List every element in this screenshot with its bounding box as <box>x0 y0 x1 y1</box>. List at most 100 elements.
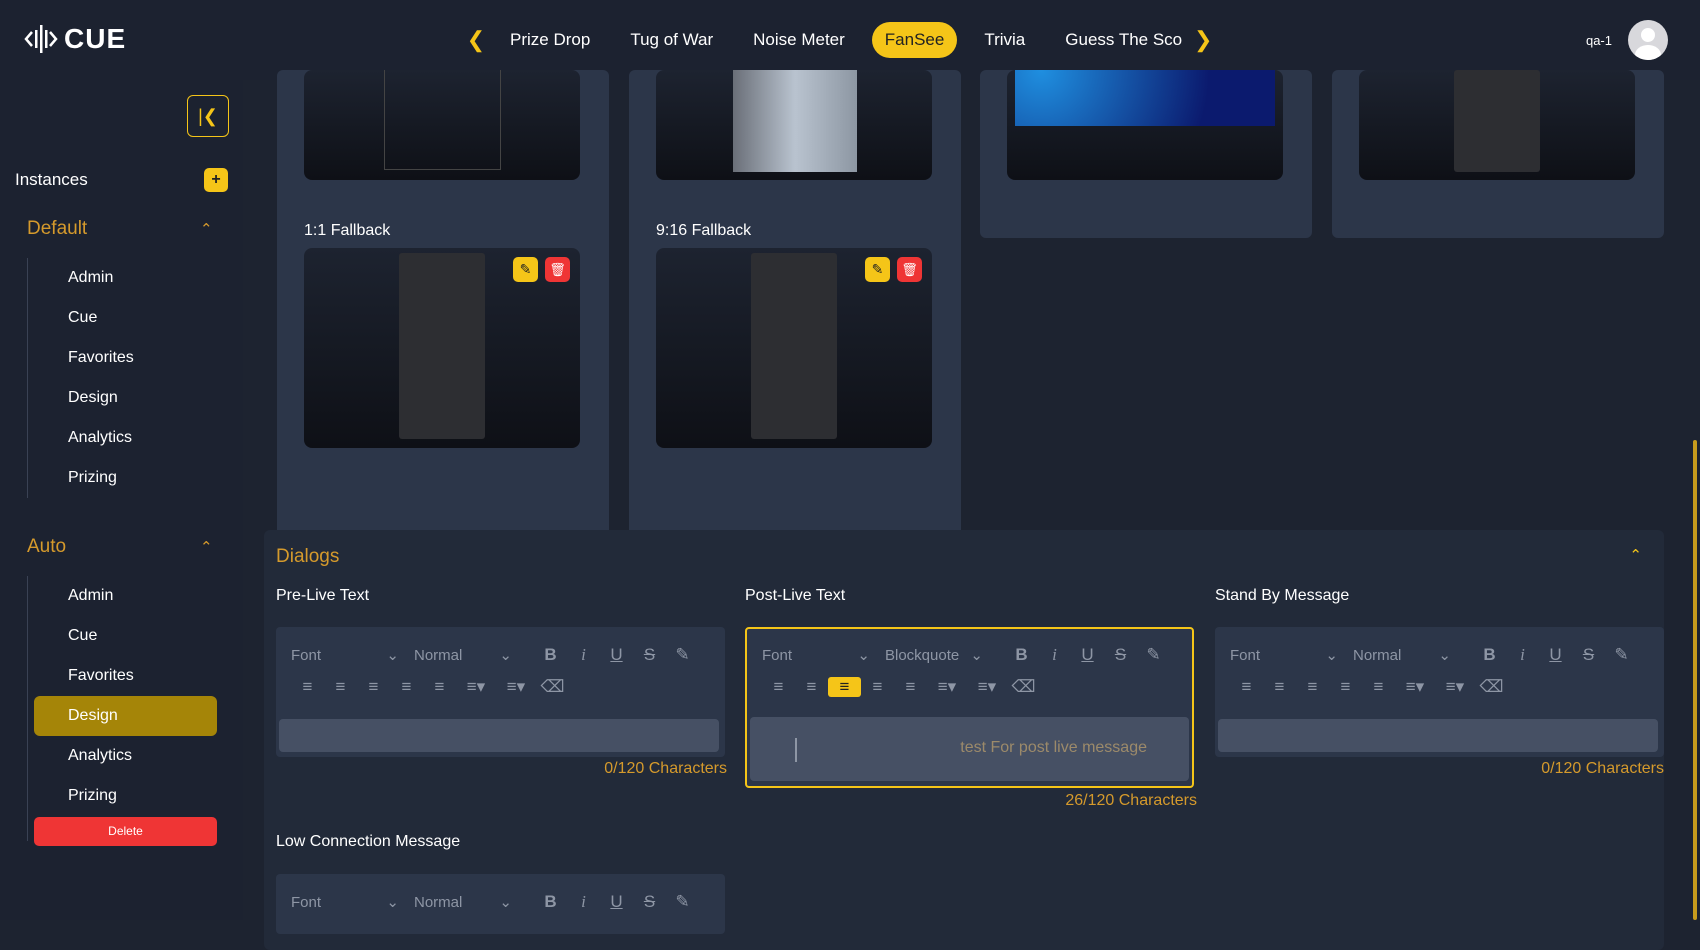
indent-icon[interactable]: ≡ <box>423 677 456 697</box>
sidebar-item-default-design[interactable]: Design <box>68 389 118 407</box>
strikethrough-icon[interactable]: S <box>633 892 666 912</box>
tab-tug-of-war[interactable]: Tug of War <box>617 22 726 58</box>
sidebar-item-auto-analytics[interactable]: Analytics <box>68 747 132 765</box>
tab-noise-meter[interactable]: Noise Meter <box>740 22 858 58</box>
italic-icon[interactable]: i <box>567 645 600 665</box>
bullet-list-icon[interactable]: ≡▾ <box>496 677 536 697</box>
eraser-icon[interactable]: ⌫ <box>1007 677 1040 697</box>
chevron-up-icon[interactable]: ⌃ <box>200 220 213 238</box>
strikethrough-icon[interactable]: S <box>1104 645 1137 665</box>
eraser-icon[interactable]: ⌫ <box>536 677 569 697</box>
size-select[interactable]: Normal ⌄ <box>1353 646 1451 665</box>
outdent-icon[interactable]: ≡ <box>861 677 894 697</box>
highlighter-icon[interactable]: ✎ <box>666 892 699 912</box>
dialogs-title: Dialogs <box>276 546 340 567</box>
group-auto-title[interactable]: Auto <box>27 536 66 558</box>
highlighter-icon[interactable]: ✎ <box>1605 645 1638 665</box>
outdent-icon[interactable]: ≡ <box>1329 677 1362 697</box>
align-center-icon[interactable]: ≡ <box>795 677 828 697</box>
size-select-value: Normal <box>1353 646 1402 664</box>
size-select[interactable]: Normal ⌄ <box>414 646 512 665</box>
sidebar-item-default-prizing[interactable]: Prizing <box>68 469 117 487</box>
pencil-icon: ✎ <box>871 261 884 277</box>
align-right-icon[interactable]: ≡ <box>357 677 390 697</box>
underline-icon[interactable]: U <box>1539 645 1572 665</box>
nav-prev-icon[interactable]: ❮ <box>462 27 490 53</box>
align-left-icon[interactable]: ≡ <box>291 677 324 697</box>
align-left-icon[interactable]: ≡ <box>762 677 795 697</box>
highlighter-icon[interactable]: ✎ <box>666 645 699 665</box>
strikethrough-icon[interactable]: S <box>633 645 666 665</box>
stand-by-textarea[interactable] <box>1218 719 1658 752</box>
align-center-icon[interactable]: ≡ <box>1263 677 1296 697</box>
nav-next-icon[interactable]: ❯ <box>1189 27 1217 53</box>
edit-button[interactable]: ✎ <box>865 257 890 282</box>
underline-icon[interactable]: U <box>1071 645 1104 665</box>
user-menu[interactable]: qa-1 <box>1586 20 1668 60</box>
chevron-up-icon[interactable]: ⌃ <box>1629 546 1642 564</box>
trash-icon: 🗑 <box>901 261 918 277</box>
align-right-icon[interactable]: ≡ <box>828 677 861 697</box>
fallback-9-16-label: 9:16 Fallback <box>656 222 752 239</box>
avatar[interactable] <box>1628 20 1668 60</box>
italic-icon[interactable]: i <box>567 892 600 912</box>
font-select[interactable]: Font ⌄ <box>291 893 399 912</box>
italic-icon[interactable]: i <box>1038 645 1071 665</box>
ordered-list-icon[interactable]: ≡▾ <box>456 677 496 697</box>
delete-image-button[interactable]: 🗑 <box>897 257 922 282</box>
bullet-list-icon[interactable]: ≡▾ <box>967 677 1007 697</box>
tab-guess-the-score[interactable]: Guess The Score <box>1052 22 1182 58</box>
bold-icon[interactable]: B <box>534 645 567 665</box>
sidebar-item-default-admin[interactable]: Admin <box>68 269 113 287</box>
group-default-title[interactable]: Default <box>27 218 87 240</box>
add-instance-button[interactable]: + <box>204 168 228 192</box>
align-right-icon[interactable]: ≡ <box>1296 677 1329 697</box>
collapse-sidebar-button[interactable]: |❮ <box>187 95 229 137</box>
pre-live-textarea[interactable] <box>279 719 719 752</box>
sidebar-item-default-favorites[interactable]: Favorites <box>68 349 134 367</box>
sidebar-item-auto-cue[interactable]: Cue <box>68 627 97 645</box>
scrollbar[interactable] <box>1693 440 1697 920</box>
bold-icon[interactable]: B <box>1005 645 1038 665</box>
delete-image-button[interactable]: 🗑 <box>545 257 570 282</box>
bullet-list-icon[interactable]: ≡▾ <box>1435 677 1475 697</box>
logo[interactable]: CUE <box>24 22 126 56</box>
sidebar-item-auto-prizing[interactable]: Prizing <box>68 787 117 805</box>
underline-icon[interactable]: U <box>600 892 633 912</box>
edit-button[interactable]: ✎ <box>513 257 538 282</box>
bold-icon[interactable]: B <box>1473 645 1506 665</box>
size-select[interactable]: Normal ⌄ <box>414 893 512 912</box>
align-center-icon[interactable]: ≡ <box>324 677 357 697</box>
chevron-down-icon: ⌄ <box>386 894 399 911</box>
indent-icon[interactable]: ≡ <box>1362 677 1395 697</box>
tab-prize-drop[interactable]: Prize Drop <box>497 22 603 58</box>
sidebar-item-auto-favorites[interactable]: Favorites <box>68 667 134 685</box>
italic-icon[interactable]: i <box>1506 645 1539 665</box>
sidebar-item-default-analytics[interactable]: Analytics <box>68 429 132 447</box>
underline-icon[interactable]: U <box>600 645 633 665</box>
low-connection-editor: Font ⌄ Normal ⌄ B i U S ✎ <box>276 874 725 934</box>
post-live-textarea[interactable]: test For post live message <box>750 717 1189 781</box>
size-select[interactable]: Blockquote ⌄ <box>885 646 983 665</box>
sidebar-item-default-cue[interactable]: Cue <box>68 309 97 327</box>
chevron-down-icon: ⌄ <box>1438 647 1451 664</box>
indent-icon[interactable]: ≡ <box>894 677 927 697</box>
sidebar-item-auto-admin[interactable]: Admin <box>68 587 113 605</box>
align-left-icon[interactable]: ≡ <box>1230 677 1263 697</box>
delete-button[interactable]: Delete <box>34 817 217 846</box>
font-select[interactable]: Font ⌄ <box>1230 646 1338 665</box>
tab-fansee[interactable]: FanSee <box>871 22 958 58</box>
tab-trivia[interactable]: Trivia <box>971 22 1038 58</box>
ordered-list-icon[interactable]: ≡▾ <box>1395 677 1435 697</box>
strikethrough-icon[interactable]: S <box>1572 645 1605 665</box>
sidebar-item-auto-design[interactable]: Design <box>34 696 217 736</box>
highlighter-icon[interactable]: ✎ <box>1137 645 1170 665</box>
ordered-list-icon[interactable]: ≡▾ <box>927 677 967 697</box>
chevron-up-icon[interactable]: ⌃ <box>200 538 213 556</box>
chevron-down-icon: ⌄ <box>857 647 870 664</box>
font-select[interactable]: Font ⌄ <box>762 646 870 665</box>
font-select[interactable]: Font ⌄ <box>291 646 399 665</box>
outdent-icon[interactable]: ≡ <box>390 677 423 697</box>
eraser-icon[interactable]: ⌫ <box>1475 677 1508 697</box>
bold-icon[interactable]: B <box>534 892 567 912</box>
